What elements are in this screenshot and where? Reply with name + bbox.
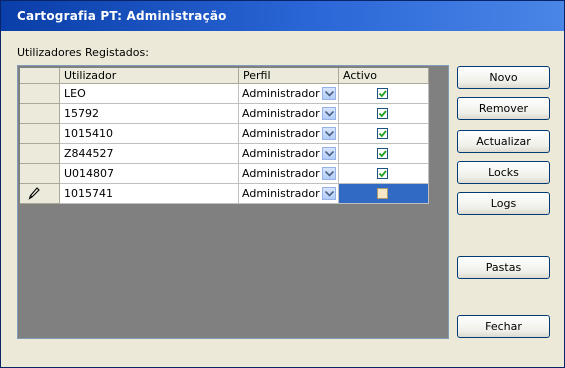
table-row[interactable]: 15792 Administrador: [20, 104, 429, 124]
active-cell-selected[interactable]: [339, 184, 429, 204]
active-cell[interactable]: [339, 124, 429, 144]
table-row[interactable]: Z844527 Administrador: [20, 144, 429, 164]
active-checkbox[interactable]: [377, 88, 388, 99]
row-header[interactable]: [20, 124, 60, 144]
row-header[interactable]: [20, 184, 60, 204]
title-bar[interactable]: Cartografia PT: Administração: [1, 1, 564, 31]
checkmark-icon: [378, 170, 387, 178]
checkmark-icon: [378, 130, 387, 138]
profile-combo[interactable]: Administrador: [239, 104, 339, 124]
profile-value: Administrador: [242, 87, 320, 100]
row-header[interactable]: [20, 164, 60, 184]
chevron-down-icon[interactable]: [322, 127, 336, 140]
profile-value: Administrador: [242, 167, 320, 180]
user-cell[interactable]: 1015410: [60, 124, 239, 144]
profile-combo[interactable]: Administrador: [239, 164, 339, 184]
actualizar-button[interactable]: Actualizar: [457, 130, 550, 153]
profile-value: Administrador: [242, 187, 320, 200]
remover-button[interactable]: Remover: [457, 97, 550, 120]
users-grid[interactable]: Utilizador Perfil Activo LEO Administrad…: [17, 65, 449, 339]
user-cell[interactable]: 1015741: [60, 184, 239, 204]
chevron-down-icon[interactable]: [322, 107, 336, 120]
fechar-button[interactable]: Fechar: [457, 315, 550, 338]
chevron-down-icon[interactable]: [322, 167, 336, 180]
locks-button[interactable]: Locks: [457, 161, 550, 184]
section-label: Utilizadores Registados:: [17, 46, 149, 59]
profile-combo[interactable]: Administrador: [239, 184, 339, 204]
user-cell[interactable]: LEO: [60, 84, 239, 104]
active-checkbox[interactable]: [377, 188, 388, 199]
novo-button[interactable]: Novo: [457, 66, 550, 89]
column-header-utilizador[interactable]: Utilizador: [60, 68, 239, 84]
profile-combo[interactable]: Administrador: [239, 124, 339, 144]
user-cell[interactable]: 15792: [60, 104, 239, 124]
checkmark-icon: [378, 150, 387, 158]
table-row-editing[interactable]: 1015741 Administrador: [20, 184, 429, 204]
active-checkbox[interactable]: [377, 148, 388, 159]
user-cell[interactable]: U014807: [60, 164, 239, 184]
active-checkbox[interactable]: [377, 168, 388, 179]
column-header-activo[interactable]: Activo: [339, 68, 429, 84]
profile-combo[interactable]: Administrador: [239, 144, 339, 164]
profile-combo[interactable]: Administrador: [239, 84, 339, 104]
checkmark-icon: [378, 110, 387, 118]
active-cell[interactable]: [339, 84, 429, 104]
pencil-icon: [28, 187, 40, 200]
pastas-button[interactable]: Pastas: [457, 256, 550, 279]
window-title: Cartografia PT: Administração: [17, 9, 227, 23]
active-cell[interactable]: [339, 144, 429, 164]
checkmark-icon: [378, 90, 387, 98]
logs-button[interactable]: Logs: [457, 192, 550, 215]
user-cell[interactable]: Z844527: [60, 144, 239, 164]
row-header[interactable]: [20, 104, 60, 124]
row-header[interactable]: [20, 84, 60, 104]
profile-value: Administrador: [242, 127, 320, 140]
table-row[interactable]: U014807 Administrador: [20, 164, 429, 184]
profile-value: Administrador: [242, 107, 320, 120]
admin-window: Cartografia PT: Administração Utilizador…: [0, 0, 565, 368]
active-cell[interactable]: [339, 104, 429, 124]
active-checkbox[interactable]: [377, 128, 388, 139]
row-header[interactable]: [20, 144, 60, 164]
row-header-corner: [20, 68, 60, 84]
chevron-down-icon[interactable]: [322, 147, 336, 160]
table-row[interactable]: LEO Administrador: [20, 84, 429, 104]
table-row[interactable]: 1015410 Administrador: [20, 124, 429, 144]
chevron-down-icon[interactable]: [322, 87, 336, 100]
column-header-perfil[interactable]: Perfil: [239, 68, 339, 84]
active-cell[interactable]: [339, 164, 429, 184]
active-checkbox[interactable]: [377, 108, 388, 119]
chevron-down-icon[interactable]: [322, 187, 336, 200]
profile-value: Administrador: [242, 147, 320, 160]
